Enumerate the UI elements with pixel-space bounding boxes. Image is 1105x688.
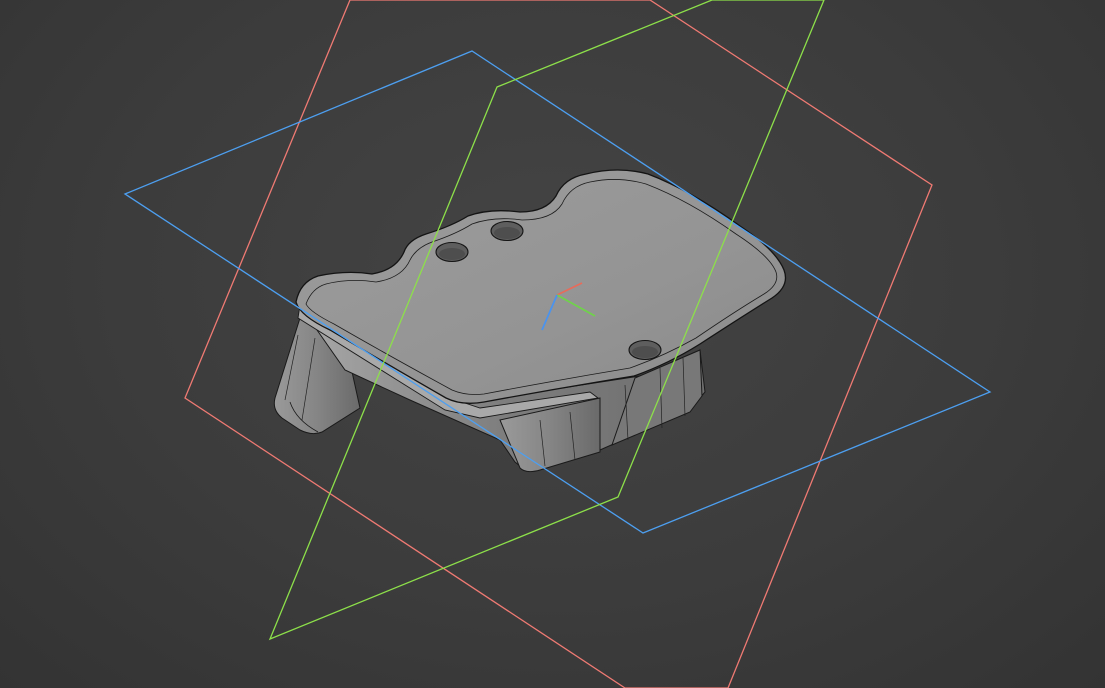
3d-viewport[interactable] <box>0 0 1105 688</box>
scene-canvas[interactable] <box>0 0 1105 688</box>
